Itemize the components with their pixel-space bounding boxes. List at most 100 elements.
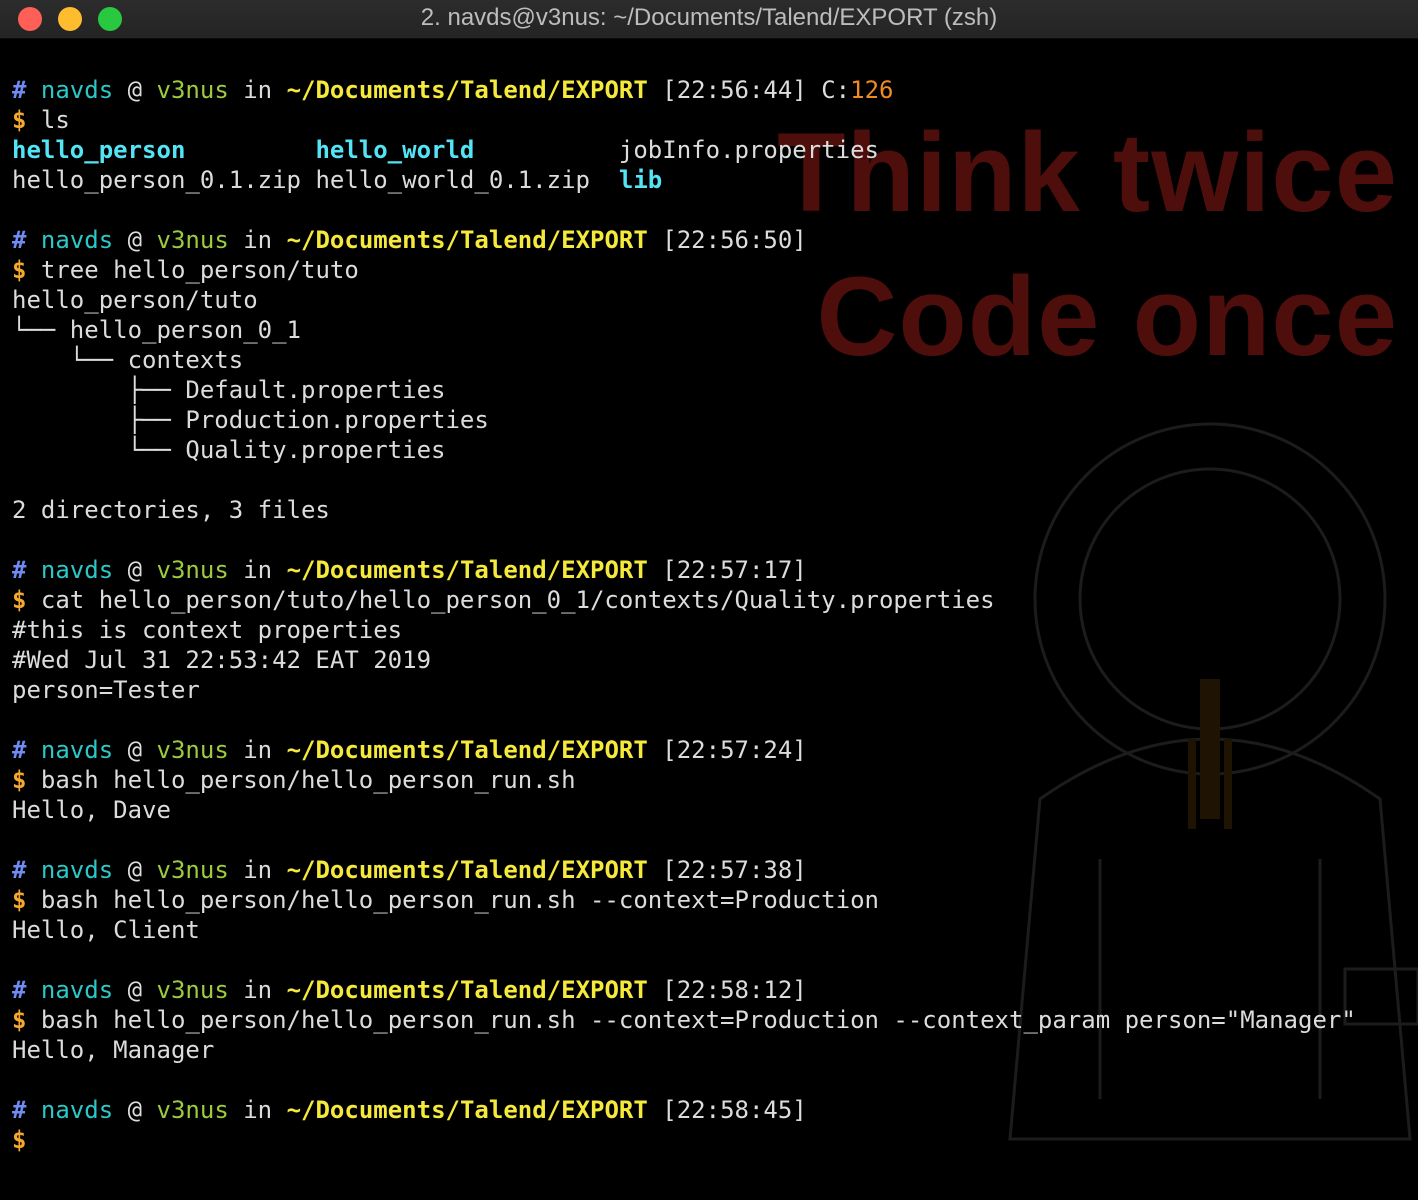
prompt-at: @ (127, 856, 143, 884)
prompt-hash: # (12, 736, 27, 764)
prompt-dollar: $ (12, 1006, 27, 1034)
prompt-hash: # (12, 556, 27, 584)
prompt-line: # navds @ v3nus in ~/Documents/Talend/EX… (12, 1095, 1356, 1125)
command-text: cat hello_person/tuto/hello_person_0_1/c… (40, 586, 995, 614)
prompt-hash: # (12, 976, 27, 1004)
exit-code-label: C: (821, 76, 851, 104)
cursor[interactable] (41, 1129, 56, 1153)
output-line: 2 directories, 3 files (12, 496, 330, 524)
prompt-path: ~/Documents/Talend/EXPORT (286, 556, 648, 584)
prompt-at: @ (127, 556, 143, 584)
prompt-at: @ (127, 1096, 143, 1124)
prompt-host: v3nus (156, 856, 229, 884)
directory-entry: lib (618, 166, 663, 194)
command-text: tree hello_person/tuto (40, 256, 359, 284)
directory-entry: hello_world (315, 136, 475, 164)
terminal-output[interactable]: # navds @ v3nus in ~/Documents/Talend/EX… (12, 75, 1356, 1155)
file-entry: hello_person_0.1.zip (12, 166, 301, 194)
output-line: └── contexts (12, 346, 244, 374)
command-line: $ (12, 1125, 1356, 1155)
output-line: └── hello_person_0_1 (12, 316, 301, 344)
prompt-in: in (243, 976, 273, 1004)
prompt-dollar: $ (12, 766, 27, 794)
output-line: Hello, Manager (12, 1036, 215, 1064)
prompt-timestamp: [22:58:12] (662, 976, 807, 1004)
output-line: person=Tester (12, 676, 200, 704)
prompt-timestamp: [22:57:17] (662, 556, 807, 584)
command-line: $ bash hello_person/hello_person_run.sh … (12, 1005, 1356, 1035)
command-text: bash hello_person/hello_person_run.sh --… (40, 886, 879, 914)
output-line: Hello, Client (12, 916, 200, 944)
command-line: $ cat hello_person/tuto/hello_person_0_1… (12, 585, 1356, 615)
prompt-at: @ (127, 226, 143, 254)
prompt-timestamp: [22:58:45] (662, 1096, 807, 1124)
ls-output-row: hello_person_0.1.zip hello_world_0.1.zip… (12, 165, 1356, 195)
prompt-line: # navds @ v3nus in ~/Documents/Talend/EX… (12, 975, 1356, 1005)
prompt-in: in (243, 556, 273, 584)
output-line: #this is context properties (12, 616, 403, 644)
window-title: 2. navds@v3nus: ~/Documents/Talend/EXPOR… (420, 4, 998, 31)
prompt-line: # navds @ v3nus in ~/Documents/Talend/EX… (12, 75, 1356, 105)
output-line: ├── Default.properties (12, 376, 446, 404)
output-line: hello_person/tuto (12, 286, 258, 314)
prompt-line: # navds @ v3nus in ~/Documents/Talend/EX… (12, 555, 1356, 585)
prompt-user: navds (40, 556, 114, 584)
prompt-hash: # (12, 856, 27, 884)
command-text: ls (40, 106, 70, 134)
prompt-path: ~/Documents/Talend/EXPORT (286, 976, 648, 1004)
command-line: $ ls (12, 105, 1356, 135)
prompt-host: v3nus (156, 1096, 229, 1124)
prompt-timestamp: [22:56:44] (662, 76, 807, 104)
prompt-dollar: $ (12, 256, 27, 284)
prompt-at: @ (127, 976, 143, 1004)
prompt-in: in (243, 226, 273, 254)
prompt-path: ~/Documents/Talend/EXPORT (286, 1096, 648, 1124)
prompt-timestamp: [22:56:50] (662, 226, 807, 254)
prompt-user: navds (40, 76, 114, 104)
prompt-in: in (243, 76, 273, 104)
directory-entry: hello_person (12, 136, 186, 164)
prompt-in: in (243, 856, 273, 884)
command-line: $ bash hello_person/hello_person_run.sh (12, 765, 1356, 795)
prompt-host: v3nus (156, 736, 229, 764)
prompt-user: navds (40, 736, 114, 764)
prompt-host: v3nus (156, 556, 229, 584)
prompt-in: in (243, 736, 273, 764)
prompt-in: in (243, 1096, 273, 1124)
file-entry: jobInfo.properties (618, 136, 879, 164)
output-line: ├── Production.properties (12, 406, 489, 434)
prompt-line: # navds @ v3nus in ~/Documents/Talend/EX… (12, 225, 1356, 255)
prompt-host: v3nus (156, 976, 229, 1004)
command-text: bash hello_person/hello_person_run.sh --… (40, 1006, 1356, 1034)
command-line: $ tree hello_person/tuto (12, 255, 1356, 285)
prompt-timestamp: [22:57:24] (662, 736, 807, 764)
command-text: bash hello_person/hello_person_run.sh (40, 766, 576, 794)
prompt-host: v3nus (156, 226, 229, 254)
prompt-user: navds (40, 1096, 114, 1124)
output-line: └── Quality.properties (12, 436, 446, 464)
prompt-user: navds (40, 856, 114, 884)
prompt-path: ~/Documents/Talend/EXPORT (286, 76, 648, 104)
output-line: #Wed Jul 31 22:53:42 EAT 2019 (12, 646, 432, 674)
prompt-hash: # (12, 76, 27, 104)
file-entry: hello_world_0.1.zip (315, 166, 590, 194)
exit-code-value: 126 (850, 76, 894, 104)
prompt-dollar: $ (12, 886, 27, 914)
output-line: Hello, Dave (12, 796, 171, 824)
prompt-user: navds (40, 226, 114, 254)
prompt-dollar: $ (12, 106, 27, 134)
prompt-at: @ (127, 736, 143, 764)
prompt-dollar: $ (12, 1126, 27, 1154)
prompt-hash: # (12, 226, 27, 254)
prompt-timestamp: [22:57:38] (662, 856, 807, 884)
ls-output-row: hello_person hello_world jobInfo.propert… (12, 135, 1356, 165)
prompt-path: ~/Documents/Talend/EXPORT (286, 736, 648, 764)
prompt-hash: # (12, 1096, 27, 1124)
prompt-path: ~/Documents/Talend/EXPORT (286, 226, 648, 254)
